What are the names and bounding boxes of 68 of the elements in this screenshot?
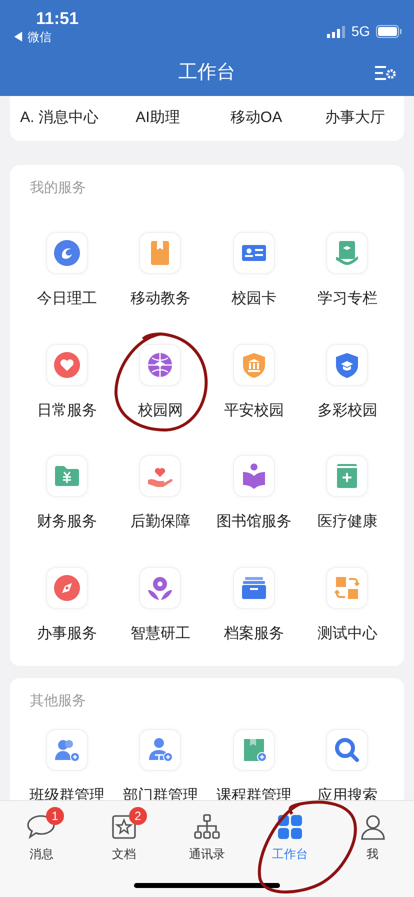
app-label: 校园网 xyxy=(138,400,183,420)
app-tile[interactable] xyxy=(232,344,275,386)
app-tile[interactable] xyxy=(326,566,368,608)
org-chart-icon xyxy=(192,813,221,841)
section-title: 其他服务 xyxy=(30,691,87,710)
tab-label: 文档 xyxy=(112,846,136,863)
app-label: 移动教务 xyxy=(130,289,190,309)
section-title: 我的服务 xyxy=(30,178,87,197)
app-label: 平安校园 xyxy=(224,400,284,420)
tab-label: 消息 xyxy=(29,846,54,863)
tab-label: 通讯录 xyxy=(188,846,225,863)
app-label: 图书馆服务 xyxy=(216,512,292,532)
tab[interactable]: 工作台 xyxy=(248,801,332,863)
app-tile[interactable] xyxy=(139,729,182,771)
app-tile[interactable] xyxy=(232,232,275,274)
app-tile[interactable] xyxy=(46,455,88,497)
app-tile[interactable] xyxy=(46,729,88,771)
app-tile[interactable] xyxy=(46,232,88,274)
app-tile[interactable] xyxy=(232,729,275,771)
app-label: 办事服务 xyxy=(36,624,97,644)
app-tile[interactable] xyxy=(326,344,368,386)
app-tile[interactable] xyxy=(139,566,182,608)
app-tile[interactable] xyxy=(139,344,182,386)
status-time: 11:51 xyxy=(36,9,79,29)
app-label: 多彩校园 xyxy=(317,400,378,420)
app-label: 测试中心 xyxy=(317,624,378,644)
app-tile[interactable] xyxy=(139,455,182,497)
chat-bubble-icon xyxy=(26,813,56,841)
app-tile[interactable] xyxy=(46,566,88,608)
back-link[interactable]: ◀ 微信 xyxy=(12,29,79,45)
app-tile[interactable] xyxy=(326,729,368,771)
tab-label: 我 xyxy=(366,846,379,863)
page-title: 工作台 xyxy=(178,60,236,85)
badge: 1 xyxy=(46,807,64,825)
badge: 2 xyxy=(128,807,147,825)
app-label: 医疗健康 xyxy=(317,512,378,532)
app-label: 校园卡 xyxy=(231,289,276,309)
quick-link[interactable]: AI助理 xyxy=(108,107,207,130)
grid-icon xyxy=(276,813,304,841)
app-label: 今日理工 xyxy=(36,289,97,309)
quick-link[interactable]: A. 消息中心 xyxy=(10,107,108,130)
settings-icon[interactable] xyxy=(374,64,396,82)
tab[interactable]: 我 xyxy=(331,801,414,863)
compass-icon xyxy=(52,574,81,602)
search-icon xyxy=(333,736,362,764)
quick-link[interactable]: 移动OA xyxy=(207,107,306,130)
app-tile[interactable] xyxy=(232,566,275,608)
app-label: 后勤保障 xyxy=(130,512,190,532)
app-label: 学习专栏 xyxy=(317,289,378,309)
tab[interactable]: 通讯录 xyxy=(166,801,248,863)
app-tile[interactable] xyxy=(326,455,368,497)
app-tile[interactable] xyxy=(326,232,368,274)
tab[interactable]: 1 消息 xyxy=(0,801,83,863)
signal-icon xyxy=(327,26,346,38)
tab-label: 工作台 xyxy=(272,846,308,863)
app-label: 财务服务 xyxy=(36,512,97,532)
person-icon xyxy=(358,813,387,841)
app-tile[interactable] xyxy=(46,344,88,386)
app-label: 档案服务 xyxy=(224,624,284,644)
app-tile[interactable] xyxy=(232,455,275,497)
app-label: 智慧研工 xyxy=(130,624,190,644)
quick-link[interactable]: 办事大厅 xyxy=(306,107,404,130)
network-label: 5G xyxy=(351,22,370,41)
battery-icon xyxy=(376,25,402,38)
app-label: 日常服务 xyxy=(36,400,97,420)
app-tile[interactable] xyxy=(139,232,182,274)
tab[interactable]: 2 文档 xyxy=(82,801,166,863)
org-user-add-icon xyxy=(146,736,174,764)
